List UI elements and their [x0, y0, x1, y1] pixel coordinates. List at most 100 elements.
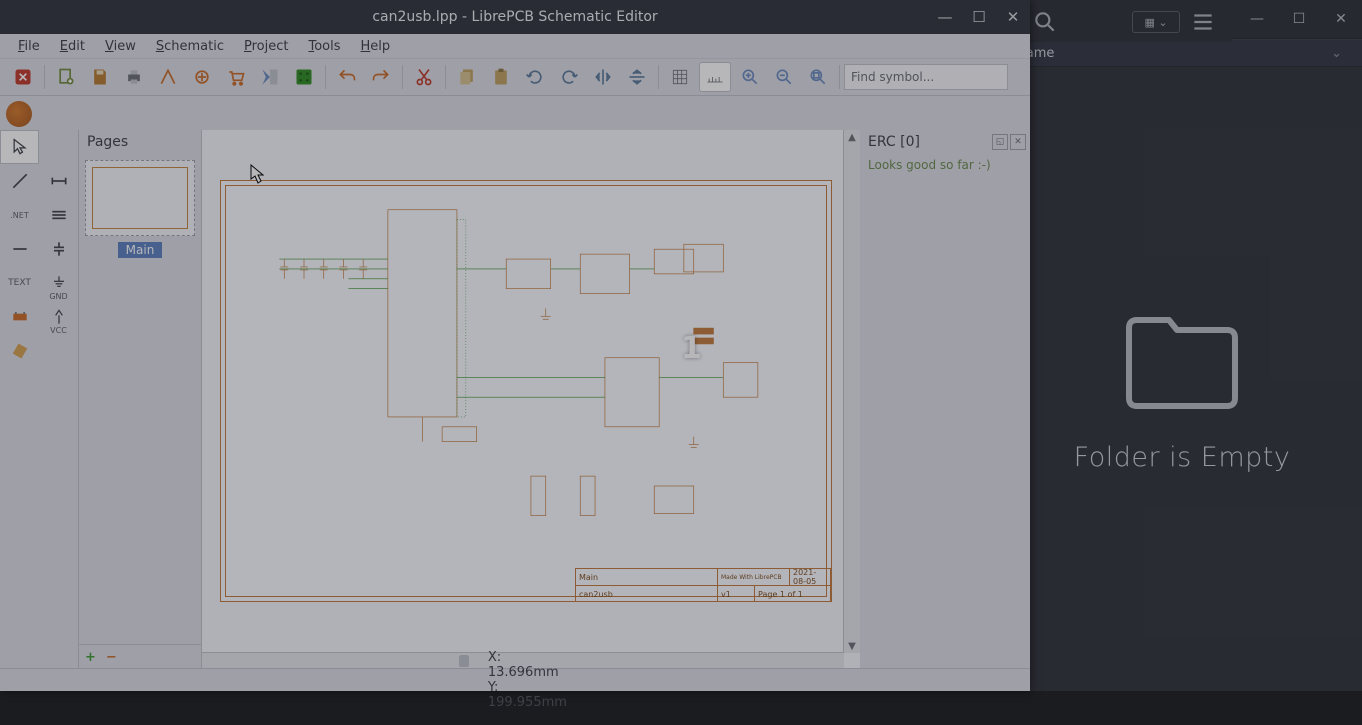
- tool-select[interactable]: [0, 130, 39, 164]
- pages-title: Pages: [79, 130, 201, 154]
- schematic-drawing: [230, 190, 822, 595]
- status-y-label: Y:: [488, 680, 499, 695]
- page-name-label[interactable]: Main: [118, 242, 163, 258]
- find-symbol-input[interactable]: Find symbol...: [844, 64, 1008, 90]
- control-panel-button[interactable]: [255, 63, 285, 91]
- undo-button[interactable]: [332, 63, 362, 91]
- grid-view-icon: ▦: [1144, 16, 1154, 29]
- tool-capacitor[interactable]: [39, 232, 78, 266]
- menu-file[interactable]: File: [8, 36, 50, 57]
- chevron-down-icon: ⌄: [1158, 16, 1167, 29]
- status-bar: X: 13.696mm Y: 199.955mm: [0, 668, 1030, 691]
- tb-rev: v1: [718, 586, 755, 602]
- tb-made: Made With LibrePCB: [718, 569, 790, 585]
- tool-text[interactable]: TEXT: [0, 266, 39, 300]
- tools-dock: .NET TEXT GND VCC: [0, 130, 79, 669]
- menu-view[interactable]: View: [95, 36, 146, 57]
- status-x-label: X:: [488, 650, 501, 665]
- status-y-value: 199.955mm: [488, 695, 567, 710]
- menu-schematic[interactable]: Schematic: [146, 36, 234, 57]
- librepcb-window: can2usb.lpp - LibrePCB Schematic Editor …: [0, 0, 1030, 691]
- units-button[interactable]: [699, 62, 731, 92]
- window-close-button[interactable]: ✕: [996, 0, 1030, 34]
- file-manager-window: — ☐ ✕ ▦ ⌄ Name ⌄ Folder is Empty: [1002, 0, 1362, 691]
- tool-vcc[interactable]: VCC: [39, 300, 78, 334]
- fm-body: Folder is Empty: [1002, 84, 1362, 691]
- new-sheet-button[interactable]: [51, 63, 81, 91]
- tb-project: can2usb: [576, 586, 718, 602]
- order-pcb-button[interactable]: [221, 63, 251, 91]
- mirror-v-button[interactable]: [622, 63, 652, 91]
- fm-minimize-button[interactable]: —: [1236, 0, 1278, 38]
- menu-edit[interactable]: Edit: [50, 36, 95, 57]
- tool-gnd[interactable]: GND: [39, 266, 78, 300]
- scroll-down-icon[interactable]: ▼: [847, 641, 857, 651]
- add-page-button[interactable]: +: [85, 650, 96, 665]
- save-button[interactable]: [85, 63, 115, 91]
- sheet-overlay-number: 1: [681, 331, 702, 366]
- window-minimize-button[interactable]: —: [928, 0, 962, 34]
- fm-column-header[interactable]: Name ⌄: [1002, 39, 1362, 67]
- mirror-h-button[interactable]: [588, 63, 618, 91]
- fm-close-button[interactable]: ✕: [1320, 0, 1362, 38]
- tb-page: Page 1 of 1: [755, 586, 831, 602]
- redo-button[interactable]: [366, 63, 396, 91]
- zoom-out-button[interactable]: [769, 63, 799, 91]
- grid-button[interactable]: [665, 63, 695, 91]
- zoom-in-button[interactable]: [735, 63, 765, 91]
- window-maximize-button[interactable]: ☐: [962, 0, 996, 34]
- cut-button[interactable]: [409, 63, 439, 91]
- fm-search-icon[interactable]: [1032, 9, 1058, 35]
- export-pdf-button[interactable]: [153, 63, 183, 91]
- erc-message: Looks good so far :-): [860, 154, 1030, 176]
- fm-maximize-button[interactable]: ☐: [1278, 0, 1320, 38]
- tool-empty2: [39, 334, 78, 368]
- scroll-up-icon[interactable]: ▲: [847, 132, 857, 142]
- sheet-titleblock: Main Made With LibrePCB 2021-08-05 can2u…: [575, 568, 831, 601]
- chevron-down-icon: ⌄: [1331, 46, 1342, 61]
- tool-empty1: [39, 130, 78, 164]
- tool-polygon[interactable]: [0, 232, 39, 266]
- erc-close-button[interactable]: ✕: [1010, 134, 1026, 150]
- erc-title: ERC [0]: [868, 134, 920, 150]
- fm-empty-text: Folder is Empty: [1074, 442, 1291, 473]
- vertical-scrollbar[interactable]: ▲ ▼: [843, 130, 860, 653]
- tool-netlabel[interactable]: [39, 164, 78, 198]
- schematic-sheet: Main Made With LibrePCB 2021-08-05 can2u…: [220, 180, 832, 602]
- schematic-canvas[interactable]: Main Made With LibrePCB 2021-08-05 can2u…: [202, 130, 860, 669]
- librepcb-logo-icon[interactable]: [6, 101, 32, 127]
- tool-component[interactable]: [0, 300, 39, 334]
- status-x-value: 13.696mm: [488, 665, 559, 680]
- main-toolbar: Find symbol...: [0, 59, 1030, 96]
- menu-tools[interactable]: Tools: [298, 36, 350, 57]
- board-editor-button[interactable]: [289, 63, 319, 91]
- fm-view-toggle[interactable]: ▦ ⌄: [1132, 11, 1180, 33]
- pages-panel: Pages Main + −: [79, 130, 202, 669]
- find-symbol-placeholder: Find symbol...: [851, 70, 934, 84]
- second-toolbar: [0, 96, 1030, 133]
- tool-wire[interactable]: [0, 164, 39, 198]
- remove-page-button[interactable]: −: [106, 650, 117, 665]
- page-thumbnail[interactable]: [85, 160, 195, 236]
- paste-button[interactable]: [486, 63, 516, 91]
- tb-name: Main: [576, 569, 718, 585]
- erc-float-button[interactable]: ◱: [992, 134, 1008, 150]
- window-title: can2usb.lpp - LibrePCB Schematic Editor: [372, 9, 657, 25]
- rotate-cw-button[interactable]: [554, 63, 584, 91]
- menu-project[interactable]: Project: [234, 36, 299, 57]
- window-titlebar: can2usb.lpp - LibrePCB Schematic Editor …: [0, 0, 1030, 34]
- zoom-fit-button[interactable]: [803, 63, 833, 91]
- tool-resistor[interactable]: [0, 334, 39, 368]
- tool-net[interactable]: .NET: [0, 198, 39, 232]
- copy-button[interactable]: [452, 63, 482, 91]
- rotate-ccw-button[interactable]: [520, 63, 550, 91]
- menu-bar: File Edit View Schematic Project Tools H…: [0, 34, 1030, 59]
- export-image-button[interactable]: [187, 63, 217, 91]
- close-project-button[interactable]: [8, 63, 38, 91]
- tool-bus[interactable]: [39, 198, 78, 232]
- print-button[interactable]: [119, 63, 149, 91]
- menu-help[interactable]: Help: [351, 36, 401, 57]
- fm-menu-icon[interactable]: [1190, 9, 1216, 35]
- erc-panel: ERC [0] ◱ ✕ Looks good so far :-): [860, 130, 1030, 669]
- folder-open-icon: [1117, 302, 1247, 412]
